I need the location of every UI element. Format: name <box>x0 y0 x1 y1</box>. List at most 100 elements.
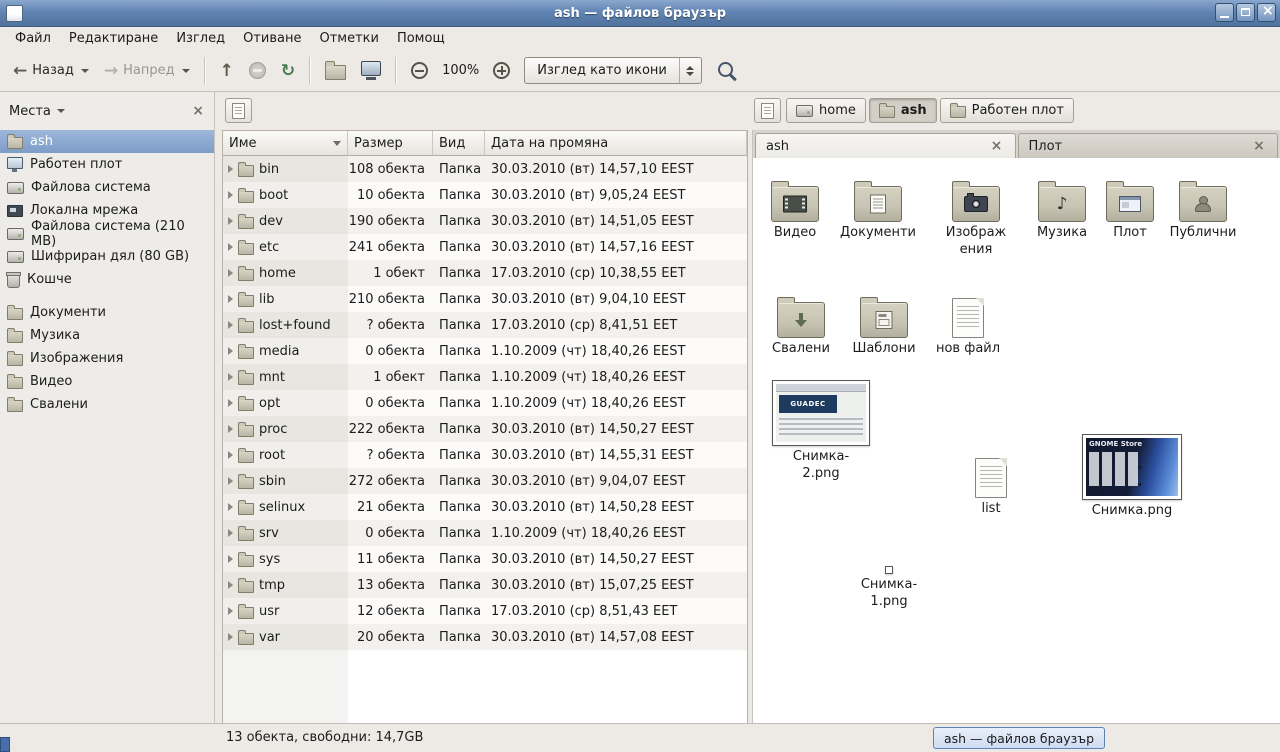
expander-icon[interactable] <box>228 555 233 563</box>
table-row[interactable]: sys11 обектаПапка30.03.2010 (вт) 14,50,2… <box>223 546 747 572</box>
view-mode-select[interactable]: Изглед като икони <box>524 57 702 84</box>
reload-button[interactable]: ↻ <box>274 58 302 84</box>
tab-close-icon[interactable] <box>1251 138 1267 154</box>
menu-item[interactable]: Помощ <box>388 29 454 48</box>
expander-icon[interactable] <box>228 191 233 199</box>
up-button[interactable]: ↑ <box>213 58 241 84</box>
folder-item[interactable]: Плот <box>1088 174 1172 242</box>
menu-item[interactable]: Отиване <box>234 29 310 48</box>
breadcrumb-button[interactable]: ash <box>869 98 937 123</box>
close-icon[interactable] <box>1257 3 1276 22</box>
expander-icon[interactable] <box>228 165 233 173</box>
places-header-label[interactable]: Места <box>9 104 51 119</box>
table-row[interactable]: media0 обектаПапка1.10.2009 (чт) 18,40,2… <box>223 338 747 364</box>
expander-icon[interactable] <box>228 581 233 589</box>
folder-item[interactable]: Публични <box>1161 174 1245 242</box>
expander-icon[interactable] <box>228 503 233 511</box>
search-button[interactable] <box>703 57 746 85</box>
expander-icon[interactable] <box>228 633 233 641</box>
table-row[interactable]: selinux21 обектаПапка30.03.2010 (вт) 14,… <box>223 494 747 520</box>
sidebar-item[interactable]: Музика <box>0 324 214 347</box>
combo-stepper[interactable] <box>680 66 701 76</box>
expander-icon[interactable] <box>228 451 233 459</box>
sidebar-item[interactable]: Свалени <box>0 393 214 416</box>
back-button[interactable]: ← Назад <box>6 58 96 84</box>
table-row[interactable]: srv0 обектаПапка1.10.2009 (чт) 18,40,26 … <box>223 520 747 546</box>
folder-item[interactable]: Свалени <box>759 290 843 358</box>
sidebar-item[interactable]: Файлова система <box>0 176 214 199</box>
zoom-out-button[interactable] <box>404 57 435 84</box>
forward-button[interactable]: → Напред <box>97 58 197 84</box>
table-row[interactable]: lib210 обектаПапка30.03.2010 (вт) 9,04,1… <box>223 286 747 312</box>
table-row[interactable]: etc241 обектаПапка30.03.2010 (вт) 14,57,… <box>223 234 747 260</box>
sidebar-item[interactable]: Кошче <box>0 268 214 291</box>
breadcrumb-button[interactable]: Работен плот <box>940 98 1074 123</box>
minimize-icon[interactable] <box>1215 3 1234 22</box>
tab[interactable]: Плот <box>1018 133 1279 158</box>
column-header[interactable]: Размер <box>348 131 433 156</box>
show-desktop-chip[interactable] <box>0 737 10 752</box>
table-row[interactable]: bin108 обектаПапка30.03.2010 (вт) 14,57,… <box>223 156 747 182</box>
menu-item[interactable]: Отметки <box>310 29 387 48</box>
breadcrumb-button[interactable]: home <box>786 98 866 123</box>
location-toggle-button[interactable] <box>225 98 252 123</box>
expander-icon[interactable] <box>228 243 233 251</box>
expander-icon[interactable] <box>228 425 233 433</box>
zoom-in-button[interactable] <box>486 57 517 84</box>
folder-item[interactable]: Документи <box>836 174 920 242</box>
sidebar-close-icon[interactable] <box>192 103 204 119</box>
table-row[interactable]: home1 обектПапка17.03.2010 (ср) 10,38,55… <box>223 260 747 286</box>
table-row[interactable]: root? обектаПапка30.03.2010 (вт) 14,55,3… <box>223 442 747 468</box>
image-item[interactable]: GUADECСнимка-2.png <box>771 380 871 483</box>
computer-button[interactable] <box>354 56 388 85</box>
icon-view[interactable]: ВидеоДокументиИзображенияМузикаПлотПубли… <box>752 158 1280 723</box>
table-row[interactable]: var20 обектаПапка30.03.2010 (вт) 14,57,0… <box>223 624 747 650</box>
sidebar-item[interactable]: Документи <box>0 301 214 324</box>
back-history-dropdown-icon[interactable] <box>81 69 89 73</box>
table-row[interactable]: usr12 обектаПапка17.03.2010 (ср) 8,51,43… <box>223 598 747 624</box>
stop-button[interactable] <box>242 57 273 84</box>
taskbar-window-button[interactable]: ash — файлов браузър <box>933 727 1105 749</box>
forward-history-dropdown-icon[interactable] <box>182 69 190 73</box>
folder-item[interactable]: Изображения <box>934 174 1018 259</box>
location-toggle-button[interactable] <box>754 98 781 123</box>
table-row[interactable]: tmp13 обектаПапка30.03.2010 (вт) 15,07,2… <box>223 572 747 598</box>
table-row[interactable]: mnt1 обектПапка1.10.2009 (чт) 18,40,26 E… <box>223 364 747 390</box>
column-header[interactable]: Дата на промяна <box>485 131 747 156</box>
sidebar-item[interactable]: Работен плот <box>0 153 214 176</box>
sidebar-item[interactable]: ash <box>0 130 214 153</box>
table-row[interactable]: dev190 обектаПапка30.03.2010 (вт) 14,51,… <box>223 208 747 234</box>
column-header[interactable]: Вид <box>433 131 485 156</box>
file-item[interactable]: нов файл <box>926 290 1010 358</box>
tab-close-icon[interactable] <box>989 138 1005 154</box>
file-item[interactable]: list <box>949 450 1033 518</box>
expander-icon[interactable] <box>228 269 233 277</box>
expander-icon[interactable] <box>228 399 233 407</box>
table-row[interactable]: boot10 обектаПапка30.03.2010 (вт) 9,05,2… <box>223 182 747 208</box>
expander-icon[interactable] <box>228 373 233 381</box>
image-item[interactable]: Снимка-1.png <box>837 566 941 611</box>
expander-icon[interactable] <box>228 217 233 225</box>
expander-icon[interactable] <box>228 347 233 355</box>
sidebar-item[interactable]: Изображения <box>0 347 214 370</box>
expander-icon[interactable] <box>228 607 233 615</box>
titlebar[interactable]: ash — файлов браузър <box>0 0 1280 27</box>
menu-item[interactable]: Редактиране <box>60 29 167 48</box>
expander-icon[interactable] <box>228 295 233 303</box>
table-row[interactable]: opt0 обектаПапка1.10.2009 (чт) 18,40,26 … <box>223 390 747 416</box>
expander-icon[interactable] <box>228 321 233 329</box>
sidebar-item[interactable]: Файлова система (210 MB) <box>0 222 214 245</box>
home-button[interactable] <box>318 57 353 85</box>
expander-icon[interactable] <box>228 477 233 485</box>
places-dropdown-icon[interactable] <box>57 109 65 113</box>
sidebar-item[interactable]: Шифриран дял (80 GB) <box>0 245 214 268</box>
table-row[interactable]: lost+found? обектаПапка17.03.2010 (ср) 8… <box>223 312 747 338</box>
image-item[interactable]: GNOME StoreСнимка.png <box>1081 434 1183 520</box>
column-header[interactable]: Име <box>223 131 348 156</box>
pane-splitter[interactable] <box>215 130 222 723</box>
menu-item[interactable]: Файл <box>6 29 60 48</box>
menu-item[interactable]: Изглед <box>167 29 234 48</box>
tab[interactable]: ash <box>755 133 1016 158</box>
table-row[interactable]: sbin272 обектаПапка30.03.2010 (вт) 9,04,… <box>223 468 747 494</box>
folder-item[interactable]: Видео <box>753 174 837 242</box>
